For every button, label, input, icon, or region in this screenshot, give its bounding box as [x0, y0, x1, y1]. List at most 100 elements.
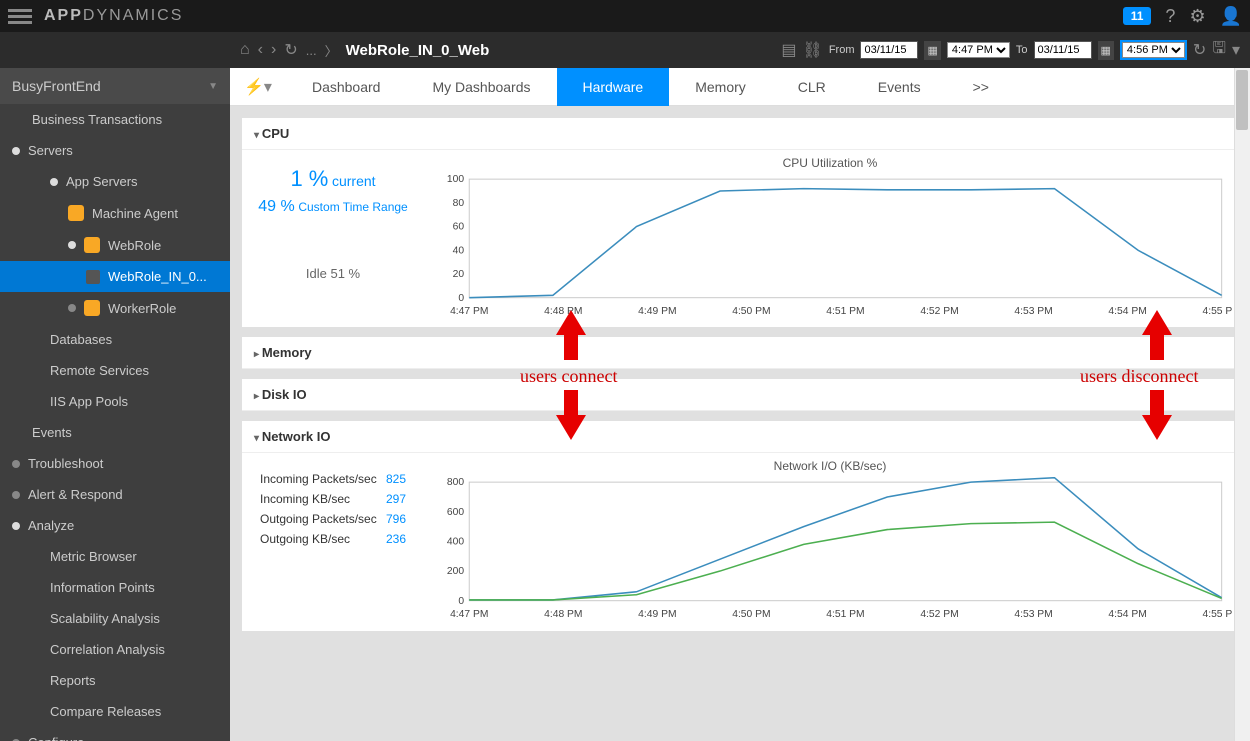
svg-text:4:55 PM: 4:55 PM [1202, 306, 1232, 317]
sidebar-item-iis-app-pools[interactable]: IIS App Pools [0, 386, 230, 417]
svg-text:800: 800 [447, 478, 464, 489]
sidebar-item-correlation-analysis[interactable]: Correlation Analysis [0, 634, 230, 665]
sidebar-item-business-transactions[interactable]: Business Transactions [0, 104, 230, 135]
hex-icon [84, 300, 100, 316]
bolt-icon[interactable]: ⚡▾ [230, 77, 286, 97]
sidebar-item-label: Alert & Respond [28, 487, 123, 502]
user-icon[interactable]: 👤 [1220, 6, 1242, 27]
link-icon[interactable]: ⛓ [803, 40, 823, 60]
sidebar-item-alert-respond[interactable]: Alert & Respond [0, 479, 230, 510]
sidebar-item-label: Metric Browser [50, 549, 137, 564]
svg-text:200: 200 [447, 566, 464, 577]
tab-hardware[interactable]: Hardware [557, 68, 670, 106]
sidebar-item-label: Business Transactions [32, 112, 162, 127]
tab--[interactable]: >> [947, 68, 1015, 106]
home-icon[interactable]: ⌂ [240, 41, 250, 59]
cpu-chart: 0204060801004:47 PM4:48 PM4:49 PM4:50 PM… [428, 174, 1232, 318]
tab-memory[interactable]: Memory [669, 68, 772, 106]
gear-icon[interactable]: ⚙ [1189, 6, 1205, 27]
sidebar-item-label: Troubleshoot [28, 456, 103, 471]
back-icon[interactable]: ‹ [258, 41, 263, 59]
sidebar-item-label: Reports [50, 673, 96, 688]
svg-text:600: 600 [447, 507, 464, 518]
sidebar-item-servers[interactable]: Servers [0, 135, 230, 166]
sidebar-item-configure[interactable]: Configure [0, 727, 230, 741]
svg-text:4:53 PM: 4:53 PM [1014, 609, 1052, 620]
memory-panel: Memory [242, 337, 1238, 369]
sidebar-item-compare-releases[interactable]: Compare Releases [0, 696, 230, 727]
breadcrumb-ellipsis: ... [306, 43, 317, 58]
sidebar-app-select[interactable]: BusyFrontEnd▼ [0, 68, 230, 104]
save-icon[interactable]: 🖫 [1212, 37, 1226, 64]
from-time-select[interactable]: 4:47 PM [947, 42, 1010, 58]
to-time-select[interactable]: 4:56 PM [1122, 42, 1185, 58]
from-date-input[interactable] [860, 41, 918, 59]
svg-text:4:49 PM: 4:49 PM [638, 306, 676, 317]
sidebar-item-label: IIS App Pools [50, 394, 128, 409]
page-title: WebRole_IN_0_Web [346, 42, 490, 59]
svg-text:4:52 PM: 4:52 PM [920, 306, 958, 317]
sidebar-item-label: Machine Agent [92, 206, 178, 221]
svg-text:4:54 PM: 4:54 PM [1108, 609, 1146, 620]
svg-text:400: 400 [447, 537, 464, 548]
sidebar-item-webrole-in-0-[interactable]: WebRole_IN_0... [0, 261, 230, 292]
list-icon[interactable]: ▤ [781, 40, 796, 60]
sidebar-item-analyze[interactable]: Analyze [0, 510, 230, 541]
tab-events[interactable]: Events [852, 68, 947, 106]
sidebar-item-label: WebRole [108, 238, 161, 253]
cpu-panel-header[interactable]: CPU [242, 118, 1238, 150]
sidebar-item-label: Compare Releases [50, 704, 161, 719]
tab-clr[interactable]: CLR [772, 68, 852, 106]
from-calendar-icon[interactable]: ▦ [924, 41, 940, 60]
disk-panel: Disk IO [242, 379, 1238, 411]
sidebar-item-label: Correlation Analysis [50, 642, 165, 657]
svg-text:4:54 PM: 4:54 PM [1108, 306, 1146, 317]
reload-icon[interactable]: ↻ [1193, 40, 1206, 60]
sidebar-item-app-servers[interactable]: App Servers [0, 166, 230, 197]
sidebar-item-webrole[interactable]: WebRole [0, 229, 230, 261]
server-icon [86, 270, 100, 284]
refresh-icon[interactable]: ↻ [284, 40, 297, 60]
sidebar-item-events[interactable]: Events [0, 417, 230, 448]
sidebar-item-workerrole[interactable]: WorkerRole [0, 292, 230, 324]
network-stat-row: Incoming Packets/sec825 [256, 469, 410, 489]
sidebar-item-label: Servers [28, 143, 73, 158]
svg-text:4:50 PM: 4:50 PM [732, 306, 770, 317]
sidebar-item-machine-agent[interactable]: Machine Agent [0, 197, 230, 229]
scrollbar[interactable] [1234, 68, 1250, 741]
sidebar-item-metric-browser[interactable]: Metric Browser [0, 541, 230, 572]
forward-icon[interactable]: › [271, 41, 276, 59]
to-calendar-icon[interactable]: ▦ [1098, 41, 1114, 60]
to-date-input[interactable] [1034, 41, 1092, 59]
menu-icon[interactable] [8, 6, 32, 27]
svg-text:4:49 PM: 4:49 PM [638, 609, 676, 620]
dropdown-icon[interactable]: ▾ [1232, 40, 1240, 60]
sidebar-item-remote-services[interactable]: Remote Services [0, 355, 230, 386]
memory-panel-header[interactable]: Memory [242, 337, 1238, 369]
help-icon[interactable]: ? [1165, 6, 1175, 27]
network-stat-row: Incoming KB/sec297 [256, 489, 410, 509]
sidebar-item-label: Events [32, 425, 72, 440]
sidebar-item-troubleshoot[interactable]: Troubleshoot [0, 448, 230, 479]
network-panel-header[interactable]: Network IO [242, 421, 1238, 453]
disk-panel-header[interactable]: Disk IO [242, 379, 1238, 411]
svg-text:4:55 PM: 4:55 PM [1202, 609, 1232, 620]
cpu-panel: CPU 1 % current 49 % Custom Time Range I… [242, 118, 1238, 327]
svg-text:60: 60 [453, 222, 465, 233]
svg-text:4:47 PM: 4:47 PM [450, 306, 488, 317]
from-label: From [829, 44, 855, 56]
svg-text:40: 40 [453, 245, 465, 256]
sidebar-item-databases[interactable]: Databases [0, 324, 230, 355]
sidebar-item-scalability-analysis[interactable]: Scalability Analysis [0, 603, 230, 634]
sidebar-item-information-points[interactable]: Information Points [0, 572, 230, 603]
tab-dashboard[interactable]: Dashboard [286, 68, 407, 106]
tabs: ⚡▾ DashboardMy DashboardsHardwareMemoryC… [230, 68, 1250, 106]
sidebar-item-label: Information Points [50, 580, 155, 595]
svg-text:100: 100 [447, 174, 464, 185]
sidebar-item-label: WorkerRole [108, 301, 176, 316]
sidebar-item-reports[interactable]: Reports [0, 665, 230, 696]
cpu-chart-title: CPU Utilization % [428, 156, 1232, 170]
tab-my-dashboards[interactable]: My Dashboards [406, 68, 556, 106]
notification-badge[interactable]: 11 [1123, 7, 1152, 25]
network-stats: Incoming Packets/sec825Incoming KB/sec29… [248, 459, 418, 624]
